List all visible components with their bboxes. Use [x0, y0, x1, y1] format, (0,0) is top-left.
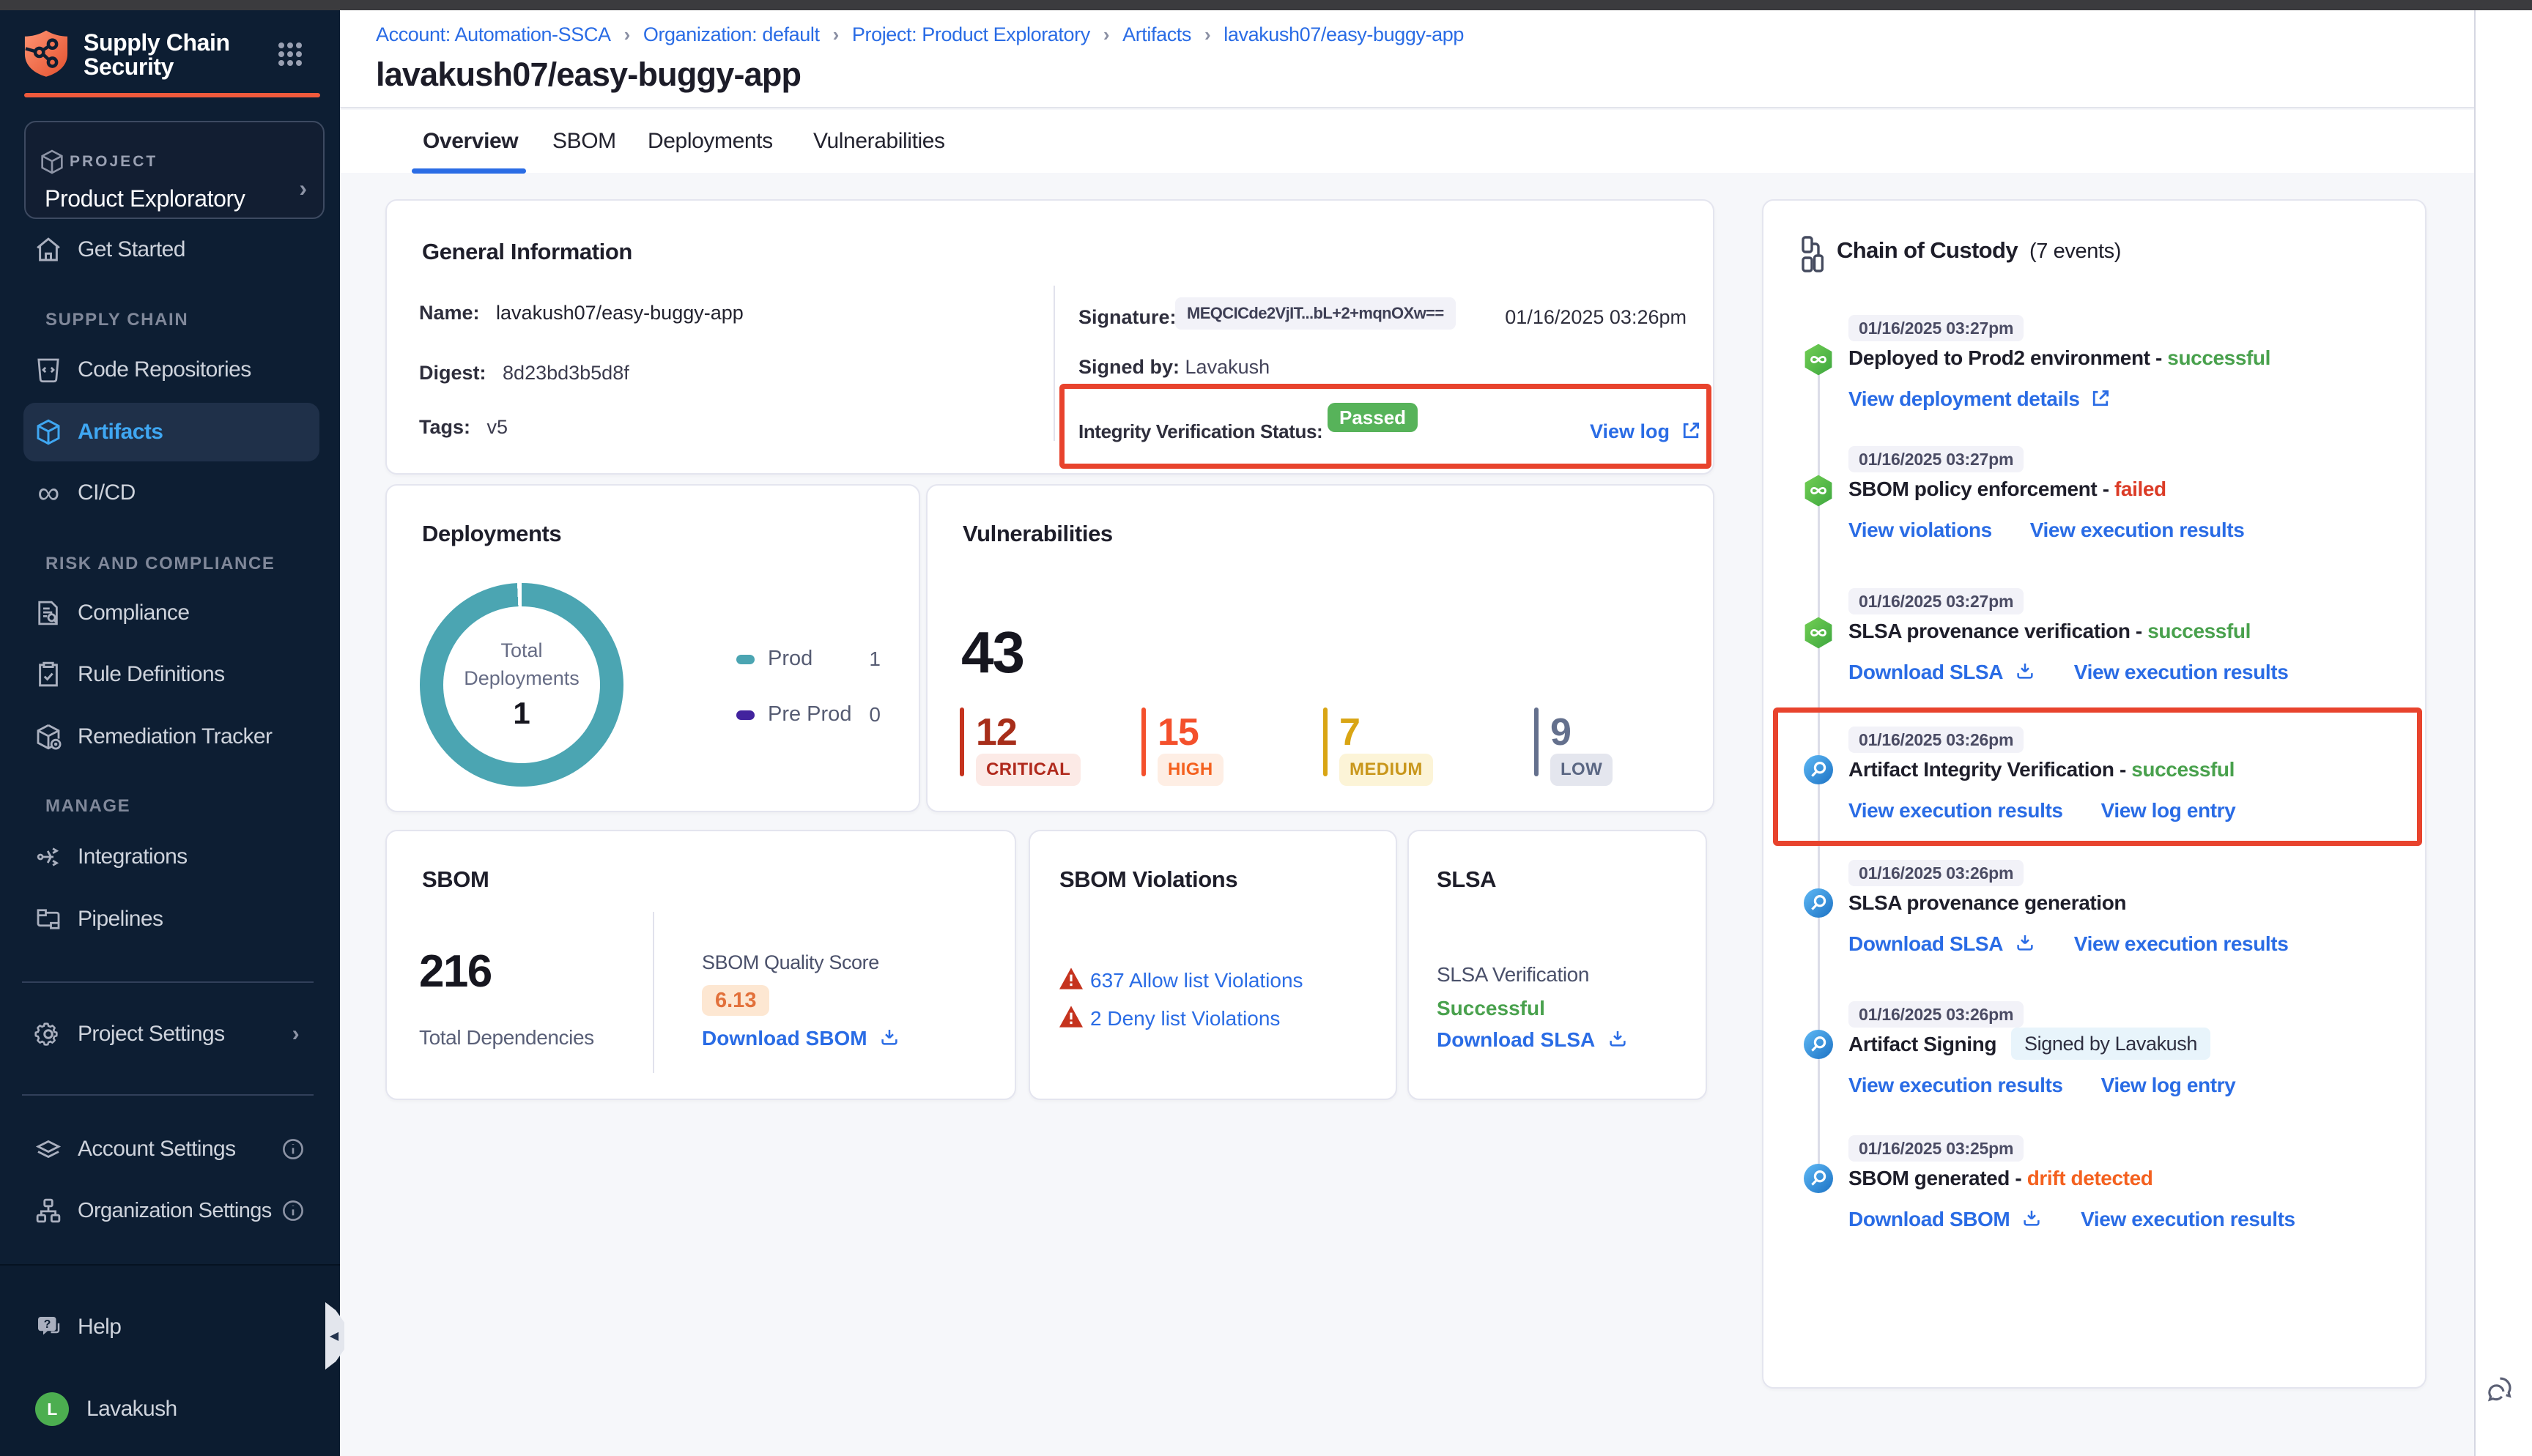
svg-text:?: ? [44, 1318, 51, 1331]
